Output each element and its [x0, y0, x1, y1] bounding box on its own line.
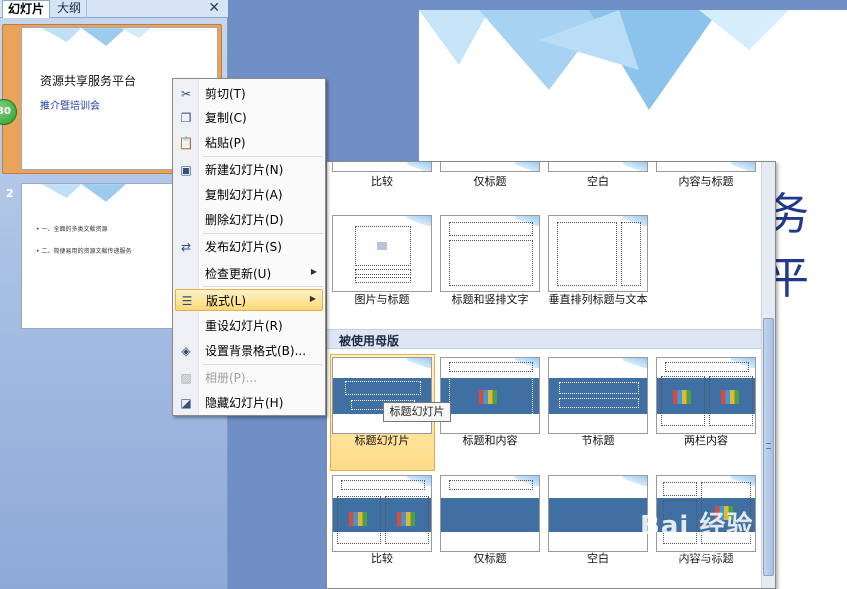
- new-slide-icon: ▣: [180, 163, 192, 177]
- menu-item-label: 隐藏幻灯片(H): [205, 396, 284, 410]
- slide-number: 2: [6, 187, 14, 200]
- submenu-arrow-icon: ▶: [310, 267, 317, 276]
- layout-caption: 内容与标题: [678, 175, 734, 188]
- layout-caption: 两栏内容: [684, 434, 728, 447]
- copy-icon: ❐: [180, 111, 192, 125]
- menu-separator: [203, 286, 323, 287]
- slide-title: 资源共享服务平台: [40, 74, 137, 88]
- hide-slide-icon: ◪: [180, 396, 192, 410]
- layout-blank[interactable]: [548, 475, 648, 552]
- menu-item-publish-slides[interactable]: ⇄ 发布幻灯片(S): [175, 236, 323, 258]
- layout-caption: 图片与标题: [354, 293, 410, 306]
- menu-item-label: 相册(P)...: [205, 371, 258, 385]
- menu-item-label: 检查更新(U): [205, 267, 272, 281]
- submenu-arrow-icon: ▶: [309, 294, 316, 303]
- layout-thumb[interactable]: [656, 162, 756, 172]
- layout-caption: 仅标题: [473, 552, 507, 565]
- layout-caption: 节标题: [581, 434, 615, 447]
- menu-item-label: 复制(C): [205, 111, 247, 125]
- menu-item-duplicate-slide[interactable]: 复制幻灯片(A): [175, 184, 323, 206]
- menu-separator: [203, 233, 323, 234]
- close-icon[interactable]: ✕: [208, 0, 220, 17]
- slide-badge: 30: [0, 99, 17, 125]
- format-background-icon: ◈: [181, 344, 191, 358]
- scrollbar-thumb[interactable]: [763, 318, 774, 576]
- watermark-logo: Bai 经验: [640, 511, 754, 541]
- menu-item-new-slide[interactable]: ▣ 新建幻灯片(N): [175, 159, 323, 181]
- menu-item-check-updates[interactable]: 检查更新(U) ▶: [175, 263, 323, 285]
- layout-caption: 标题和内容: [462, 434, 518, 447]
- layout-caption: 比较: [371, 175, 393, 188]
- menu-item-label: 粘贴(P): [205, 136, 246, 150]
- slide-subtitle: 推介暨培训会: [40, 101, 100, 112]
- menu-item-format-background[interactable]: ◈ 设置背景格式(B)...: [175, 340, 323, 362]
- layout-title-vertical-text[interactable]: [440, 215, 540, 292]
- layout-thumb[interactable]: [440, 162, 540, 172]
- menu-item-label: 剪切(T): [205, 87, 246, 101]
- layout-two-content[interactable]: [656, 357, 756, 434]
- slide-decoration: [41, 28, 151, 46]
- layout-vertical-title-text[interactable]: [548, 215, 648, 292]
- context-menu[interactable]: ✂ 剪切(T) ❐ 复制(C) 📋 粘贴(P) ▣ 新建幻灯片(N) 复制幻灯片…: [172, 78, 326, 416]
- menu-item-label: 版式(L): [206, 294, 247, 308]
- layout-caption: 空白: [587, 552, 609, 565]
- layout-caption: 标题幻灯片: [354, 434, 410, 447]
- photo-album-icon: ▨: [180, 371, 192, 385]
- layout-caption: 标题和竖排文字: [451, 293, 529, 306]
- layout-title-slide[interactable]: [332, 357, 432, 434]
- menu-item-layout[interactable]: ☰ 版式(L) ▶: [175, 289, 323, 311]
- gallery-section-header: 被使用母版: [327, 329, 761, 349]
- menu-item-paste[interactable]: 📋 粘贴(P): [175, 132, 323, 154]
- slide-title-partial: 务平: [765, 189, 809, 304]
- layout-thumb[interactable]: [548, 162, 648, 172]
- menu-item-label: 复制幻灯片(A): [205, 188, 283, 202]
- menu-separator: [203, 156, 323, 157]
- layout-caption: 仅标题: [473, 175, 507, 188]
- slide-bullet: • 一、全面的多类文献资源: [36, 226, 108, 233]
- menu-item-label: 设置背景格式(B)...: [205, 344, 307, 358]
- paste-icon: 📋: [178, 136, 194, 150]
- menu-item-copy[interactable]: ❐ 复制(C): [175, 107, 323, 129]
- layout-caption: 空白: [587, 175, 609, 188]
- layout-title-only[interactable]: [440, 475, 540, 552]
- layout-caption: 垂直排列标题与文本: [548, 293, 648, 306]
- layout-section-header[interactable]: [548, 357, 648, 434]
- gallery-scrollbar[interactable]: [761, 162, 775, 588]
- publish-icon: ⇄: [180, 240, 192, 254]
- menu-item-hide-slide[interactable]: ◪ 隐藏幻灯片(H): [175, 392, 323, 414]
- grip-icon: [766, 443, 771, 449]
- menu-item-label: 删除幻灯片(D): [205, 213, 284, 227]
- menu-item-label: 重设幻灯片(R): [205, 319, 283, 333]
- menu-item-delete-slide[interactable]: 删除幻灯片(D): [175, 209, 323, 231]
- menu-item-photo-album: ▨ 相册(P)...: [175, 367, 323, 389]
- tooltip: 标题幻灯片: [383, 402, 451, 422]
- tab-slides[interactable]: 幻灯片: [2, 0, 51, 18]
- layout-thumb[interactable]: [332, 162, 432, 172]
- layout-caption: 比较: [371, 552, 393, 565]
- menu-item-label: 发布幻灯片(S): [205, 240, 282, 254]
- slide-decoration: [419, 10, 789, 110]
- watermark-url: jingyan.baidu.com: [648, 548, 750, 561]
- section-label: 被使用母版: [339, 334, 400, 348]
- menu-item-cut[interactable]: ✂ 剪切(T): [175, 83, 323, 105]
- menu-item-reset-slide[interactable]: 重设幻灯片(R): [175, 315, 323, 337]
- tab-outline[interactable]: 大纲: [52, 0, 88, 18]
- layout-icon: ☰: [181, 294, 193, 308]
- pane-tabs: 幻灯片 大纲 ✕: [0, 0, 228, 18]
- menu-separator: [203, 364, 323, 365]
- layout-picture-with-caption[interactable]: [332, 215, 432, 292]
- layout-title-content[interactable]: [440, 357, 540, 434]
- slide-bullet: • 二、简便易用的资源文献传递服务: [36, 248, 132, 255]
- scissors-icon: ✂: [180, 87, 192, 101]
- layout-comparison[interactable]: [332, 475, 432, 552]
- menu-item-label: 新建幻灯片(N): [205, 163, 284, 177]
